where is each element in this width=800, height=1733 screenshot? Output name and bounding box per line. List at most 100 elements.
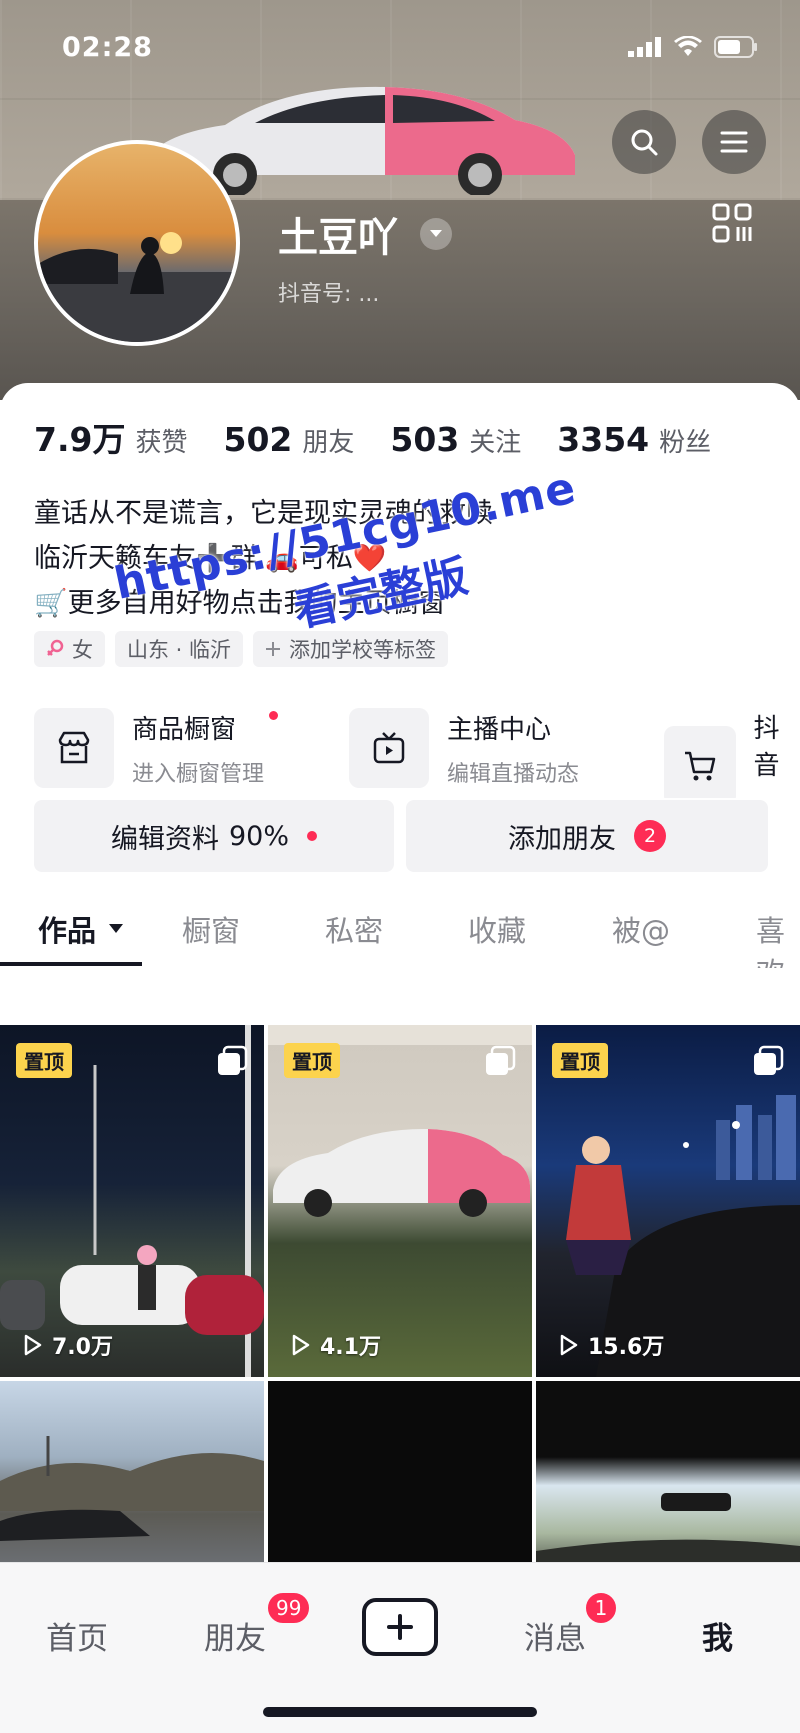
search-icon	[631, 129, 658, 156]
username-row[interactable]: 土豆吖	[278, 205, 452, 263]
stat-label: 粉丝	[659, 428, 712, 458]
play-count-value: 4.1万	[320, 1335, 381, 1360]
avatar-scene	[38, 237, 236, 342]
signal-icon	[628, 37, 661, 57]
service-title: 主播中心	[447, 714, 552, 745]
plus-icon	[387, 1614, 413, 1640]
tab-shop-window[interactable]: 橱窗	[182, 908, 240, 950]
service-text: 商品橱窗 进入橱窗管理	[132, 709, 279, 788]
edit-profile-label: 编辑资料	[110, 823, 219, 855]
menu-button[interactable]	[702, 110, 766, 174]
service-title: 抖音	[753, 714, 780, 781]
notification-dot	[307, 831, 317, 841]
stat-label: 获赞	[135, 428, 188, 458]
tab-works[interactable]: 作品	[38, 908, 124, 950]
stat-value: 502	[223, 420, 293, 459]
stat-following[interactable]: 503 关注	[390, 420, 521, 459]
tag-label: 添加学校等标签	[289, 638, 437, 662]
profile-header: 02:28 土豆吖 抖音号: ...	[0, 0, 800, 400]
friends-badge: 99	[266, 1591, 312, 1625]
multi-image-icon	[218, 1045, 248, 1075]
status-bar: 02:28	[0, 0, 800, 90]
tab-likes[interactable]: 喜欢	[756, 908, 800, 968]
video-tile[interactable]: 置顶 4.1万	[268, 1025, 532, 1377]
username: 土豆吖	[278, 215, 398, 261]
edit-profile-percent: 90%	[228, 820, 289, 852]
status-time: 02:28	[62, 32, 153, 63]
tag-gender: 女	[34, 631, 105, 667]
female-icon	[47, 639, 64, 656]
pinned-badge: 置顶	[16, 1043, 72, 1078]
tag-label: 女	[72, 638, 93, 662]
video-thumbnail	[0, 1436, 264, 1541]
menu-icon	[720, 131, 748, 153]
tab-favorites[interactable]: 收藏	[468, 908, 526, 950]
video-tile[interactable]	[0, 1381, 264, 1571]
nav-friends[interactable]: 朋友 99	[204, 1591, 312, 1658]
caret-down-icon	[109, 924, 124, 933]
stat-value: 7.9万	[34, 420, 126, 459]
service-row: 商品橱窗 进入橱窗管理 主播中心 编辑直播动态 抖音	[34, 708, 800, 798]
content-tabs: 作品 橱窗 私密 收藏 被@ 喜欢	[0, 908, 800, 968]
video-tile[interactable]: 置顶 15.6万	[536, 1025, 800, 1377]
nav-me[interactable]: 我	[702, 1613, 733, 1658]
play-count-value: 7.0万	[52, 1335, 113, 1360]
add-friend-label: 添加朋友	[508, 823, 616, 855]
service-title-text: 商品橱窗	[132, 714, 237, 745]
qr-code-icon[interactable]	[712, 203, 752, 243]
tv-icon	[373, 732, 405, 764]
play-count: 4.1万	[288, 1329, 381, 1361]
multi-image-icon	[754, 1045, 784, 1075]
add-friend-badge: 2	[634, 820, 666, 852]
service-douyin-mall[interactable]: 抖音 美好	[664, 708, 800, 798]
nav-home[interactable]: 首页	[46, 1613, 108, 1658]
pinned-badge: 置顶	[284, 1043, 340, 1078]
play-count: 15.6万	[556, 1329, 664, 1361]
service-subtitle: 进入橱窗管理	[132, 761, 265, 787]
create-post-button[interactable]	[362, 1598, 438, 1656]
search-button[interactable]	[612, 110, 676, 174]
tab-private[interactable]: 私密	[325, 908, 383, 950]
status-icons	[628, 36, 758, 58]
service-streamer-center[interactable]: 主播中心 编辑直播动态	[349, 708, 579, 788]
service-icon	[34, 708, 114, 788]
account-switch-button[interactable]	[420, 218, 452, 250]
stat-likes[interactable]: 7.9万 获赞	[34, 413, 187, 461]
home-indicator[interactable]	[263, 1707, 537, 1717]
nav-friends-label: 朋友	[204, 1621, 266, 1657]
stat-value: 503	[390, 420, 460, 459]
stat-label: 关注	[469, 428, 522, 458]
play-icon	[24, 1334, 42, 1356]
play-icon	[560, 1334, 578, 1356]
edit-profile-button[interactable]: 编辑资料 90%	[34, 800, 394, 872]
stat-friends[interactable]: 502 朋友	[223, 420, 354, 459]
service-icon	[349, 708, 429, 788]
wifi-icon	[674, 36, 702, 56]
multi-image-icon	[486, 1045, 516, 1075]
cart-icon	[684, 751, 715, 781]
pinned-badge: 置顶	[552, 1043, 608, 1078]
shop-icon	[58, 731, 90, 764]
service-shop-window[interactable]: 商品橱窗 进入橱窗管理	[34, 708, 279, 788]
video-tile[interactable]	[536, 1381, 800, 1571]
stat-followers[interactable]: 3354 粉丝	[557, 420, 711, 459]
active-tab-indicator	[0, 962, 142, 966]
tab-mentions[interactable]: 被@	[612, 908, 670, 950]
video-tile[interactable]: 置顶 7.0万	[0, 1025, 264, 1377]
battery-icon	[714, 36, 757, 58]
video-tile[interactable]	[268, 1381, 532, 1571]
stat-value: 3354	[557, 420, 650, 459]
nav-messages[interactable]: 消息 1	[524, 1591, 618, 1658]
nav-messages-label: 消息	[524, 1621, 586, 1657]
service-subtitle: 编辑直播动态	[447, 761, 580, 787]
stats-row: 7.9万 获赞 502 朋友 503 关注 3354 粉丝	[34, 413, 711, 461]
notification-dot	[269, 710, 279, 720]
play-icon	[292, 1334, 310, 1356]
service-subtitle: 美好	[754, 792, 800, 798]
add-friend-button[interactable]: 添加朋友 2	[406, 800, 768, 872]
service-icon	[664, 726, 736, 798]
play-count: 7.0万	[20, 1329, 113, 1361]
service-title: 商品橱窗	[132, 709, 279, 746]
avatar[interactable]	[34, 140, 240, 346]
video-thumbnail	[536, 1493, 800, 1571]
